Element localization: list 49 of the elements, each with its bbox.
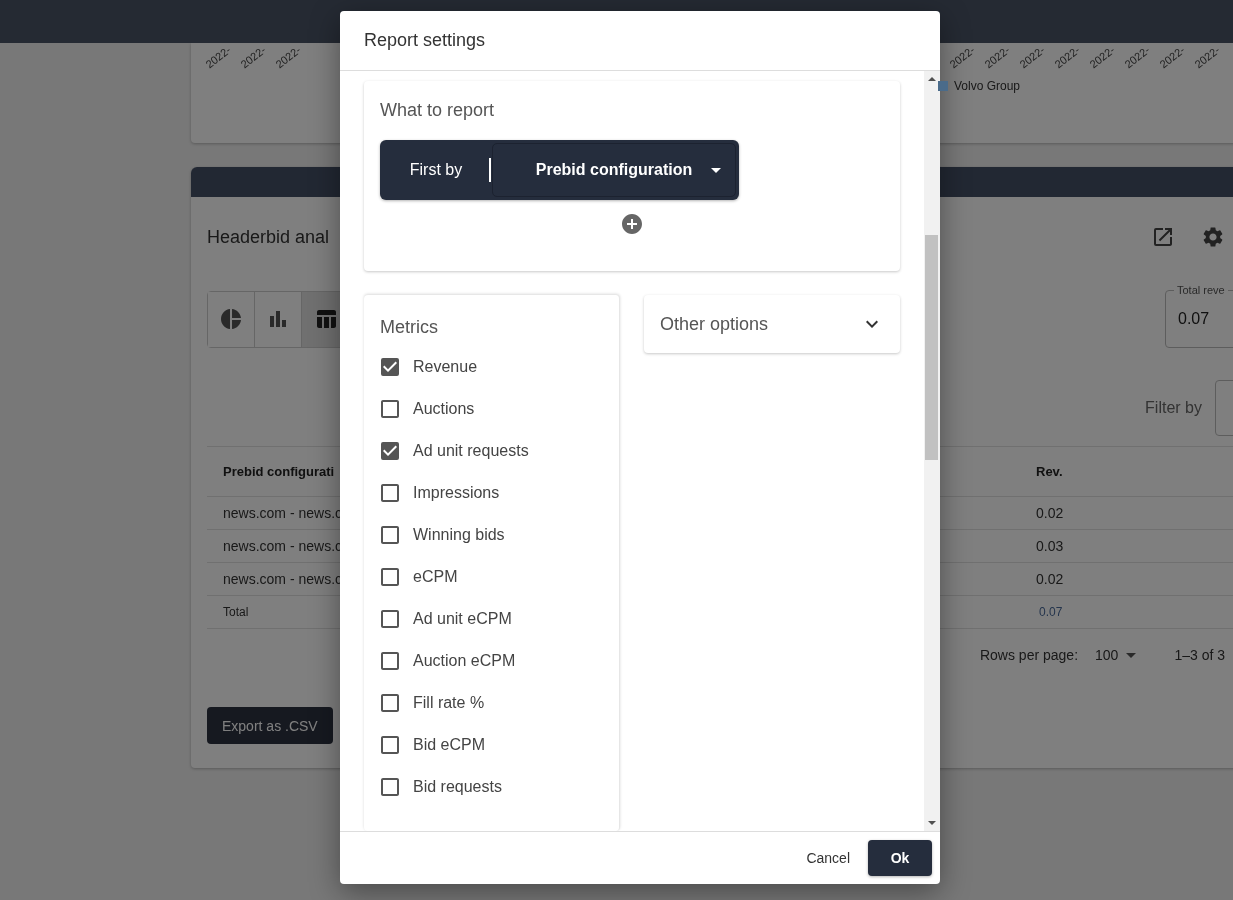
checkbox-label: Bid requests <box>413 778 502 796</box>
scrollbar-thumb[interactable] <box>925 235 938 460</box>
checkbox[interactable] <box>378 355 402 379</box>
add-icon[interactable] <box>620 212 644 236</box>
group-dropdown[interactable]: Prebid configuration <box>492 143 736 197</box>
report-title: Headerbid anal <box>207 226 331 248</box>
table-cell: 0.02 <box>1020 497 1233 530</box>
checkbox-label: Ad unit eCPM <box>413 610 512 628</box>
page-range: 1–3 of 3 <box>1174 647 1225 663</box>
panel-title: Metrics <box>380 317 438 337</box>
checkbox-label: Revenue <box>413 358 478 376</box>
export-button[interactable]: Export as .CSV <box>207 707 333 744</box>
rows-per-page-select[interactable]: 100 <box>1095 647 1137 663</box>
checkbox-label: Fill rate % <box>413 694 485 712</box>
checkbox[interactable] <box>378 565 402 589</box>
total-value: 0.07 <box>1038 605 1063 619</box>
checkbox-label: Bid eCPM <box>413 736 486 754</box>
settings-icon[interactable] <box>1201 225 1225 249</box>
view-toggle[interactable] <box>208 291 255 347</box>
table-cell: 0.03 <box>1020 530 1233 563</box>
caret-icon <box>1126 652 1137 658</box>
checkbox[interactable] <box>378 481 402 505</box>
dialog-title: Report settings <box>364 30 486 51</box>
checkbox-label: Auctions <box>413 400 475 418</box>
checkbox[interactable] <box>378 523 402 547</box>
checkbox-label: Auction eCPM <box>413 652 516 670</box>
cancel-button[interactable]: Cancel <box>798 840 858 876</box>
column-header: Rev. <box>1020 447 1233 497</box>
legend-label: Volvo Group <box>954 79 1021 93</box>
checkbox[interactable] <box>378 439 402 463</box>
checkbox[interactable] <box>378 607 402 631</box>
group-label: First by <box>408 161 464 179</box>
panel-title: Other options <box>660 313 769 336</box>
ok-button[interactable]: Ok <box>868 840 932 876</box>
checkbox[interactable] <box>378 775 402 799</box>
other-options-panel[interactable]: Other options <box>644 295 900 353</box>
checkbox-label: eCPM <box>413 568 458 586</box>
checkbox[interactable] <box>378 733 402 757</box>
panel-title: What to report <box>380 99 496 122</box>
checkbox[interactable] <box>378 649 402 673</box>
filter-label: Filter by <box>1145 399 1202 417</box>
checkbox[interactable] <box>378 397 402 421</box>
caret-icon <box>711 167 721 173</box>
pie-chart-icon <box>219 307 243 331</box>
open-in-new-icon[interactable] <box>1151 225 1175 249</box>
scrollbar[interactable] <box>924 71 940 831</box>
rows-per-page-label: Rows per page: <box>979 647 1079 663</box>
table-cell: 0.02 <box>1020 563 1233 596</box>
checkbox[interactable] <box>378 691 402 715</box>
